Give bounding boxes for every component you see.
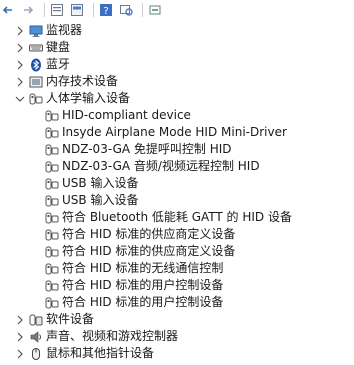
bluetooth-icon	[29, 58, 43, 72]
hid-device-icon	[45, 279, 59, 293]
hid-device-icon	[45, 245, 59, 259]
category-row-hid[interactable]: 人体学输入设备	[0, 90, 354, 107]
mouse-icon	[29, 347, 43, 361]
hid-device-icon	[45, 126, 59, 140]
device-label: USB 输入设备	[62, 176, 139, 190]
device-label: NDZ-03-GA 免提呼叫控制 HID	[62, 142, 232, 156]
category-label: 鼠标和其他指针设备	[46, 346, 155, 360]
device-list-icon[interactable]	[69, 2, 85, 18]
hid-device-icon	[45, 262, 59, 276]
category-label: 人体学输入设备	[46, 91, 131, 105]
device-row[interactable]: 符合 HID 标准的供应商定义设备	[0, 226, 354, 243]
device-label: Insyde Airplane Mode HID Mini-Driver	[62, 125, 287, 139]
chevron-right-icon[interactable]	[15, 42, 25, 54]
help-icon[interactable]: ?	[98, 2, 114, 18]
device-row[interactable]: NDZ-03-GA 音频/视频远程控制 HID	[0, 158, 354, 175]
hid-device-icon	[45, 194, 59, 208]
device-label: 符合 Bluetooth 低能耗 GATT 的 HID 设备	[62, 210, 292, 224]
device-row[interactable]: USB 输入设备	[0, 192, 354, 209]
category-row-mice[interactable]: 鼠标和其他指针设备	[0, 345, 354, 362]
hid-device-icon	[45, 143, 59, 157]
hid-device-icon	[45, 228, 59, 242]
device-label: USB 输入设备	[62, 193, 139, 207]
category-row-memory-tech[interactable]: 内存技术设备	[0, 73, 354, 90]
scan-hardware-icon[interactable]	[118, 2, 134, 18]
chevron-right-icon[interactable]	[15, 314, 25, 326]
device-tree: 监视器 键盘 蓝牙 内存技术设备 人体学输入设备 HID-compliant d…	[0, 22, 354, 362]
device-label: HID-compliant device	[62, 108, 191, 122]
monitor-icon	[29, 24, 43, 38]
chevron-right-icon[interactable]	[15, 331, 25, 343]
device-label: 符合 HID 标准的用户控制设备	[62, 295, 224, 309]
memory-device-icon	[29, 75, 43, 89]
bottom-edge	[0, 361, 354, 365]
category-label: 软件设备	[46, 312, 95, 326]
device-row[interactable]: HID-compliant device	[0, 107, 354, 124]
sound-icon	[29, 330, 43, 344]
hid-device-icon	[45, 296, 59, 310]
back-arrow-icon[interactable]	[0, 2, 16, 18]
chevron-right-icon[interactable]	[15, 348, 25, 360]
category-row-sound[interactable]: 声音、视频和游戏控制器	[0, 328, 354, 345]
toolbar-separator	[44, 2, 45, 17]
chevron-right-icon[interactable]	[15, 59, 25, 71]
device-row[interactable]: NDZ-03-GA 免提呼叫控制 HID	[0, 141, 354, 158]
device-row[interactable]: 符合 HID 标准的用户控制设备	[0, 277, 354, 294]
svg-text:?: ?	[103, 6, 108, 17]
hid-device-icon	[45, 160, 59, 174]
device-row[interactable]: 符合 HID 标准的用户控制设备	[0, 294, 354, 311]
category-label: 内存技术设备	[46, 74, 119, 88]
hid-device-icon	[45, 177, 59, 191]
device-label: 符合 HID 标准的供应商定义设备	[62, 244, 236, 258]
toolbar-separator	[93, 2, 94, 17]
device-row[interactable]: 符合 Bluetooth 低能耗 GATT 的 HID 设备	[0, 209, 354, 226]
device-label: 符合 HID 标准的供应商定义设备	[62, 227, 236, 241]
keyboard-icon	[29, 41, 43, 55]
device-row[interactable]: USB 输入设备	[0, 175, 354, 192]
toolbar: ?	[0, 0, 354, 19]
toolbar-separator	[142, 2, 143, 17]
hid-icon	[29, 92, 43, 106]
forward-arrow-icon[interactable]	[20, 2, 36, 18]
category-row-keyboards[interactable]: 键盘	[0, 39, 354, 56]
category-label: 声音、视频和游戏控制器	[46, 329, 179, 343]
properties-icon[interactable]	[49, 2, 65, 18]
device-row[interactable]: 符合 HID 标准的无线通信控制	[0, 260, 354, 277]
update-driver-icon[interactable]	[147, 2, 163, 18]
software-device-icon	[29, 313, 43, 327]
category-label: 键盘	[46, 40, 71, 54]
category-label: 监视器	[46, 23, 83, 37]
category-row-software-devices[interactable]: 软件设备	[0, 311, 354, 328]
chevron-down-icon[interactable]	[15, 93, 25, 105]
category-label: 蓝牙	[46, 57, 71, 71]
device-label: 符合 HID 标准的用户控制设备	[62, 278, 224, 292]
chevron-right-icon[interactable]	[15, 25, 25, 37]
chevron-right-icon[interactable]	[15, 76, 25, 88]
device-label: 符合 HID 标准的无线通信控制	[62, 261, 224, 275]
device-label: NDZ-03-GA 音频/视频远程控制 HID	[62, 159, 260, 173]
device-row[interactable]: Insyde Airplane Mode HID Mini-Driver	[0, 124, 354, 141]
category-row-monitors[interactable]: 监视器	[0, 22, 354, 39]
hid-device-icon	[45, 109, 59, 123]
hid-device-icon	[45, 211, 59, 225]
category-row-bluetooth[interactable]: 蓝牙	[0, 56, 354, 73]
device-row[interactable]: 符合 HID 标准的供应商定义设备	[0, 243, 354, 260]
